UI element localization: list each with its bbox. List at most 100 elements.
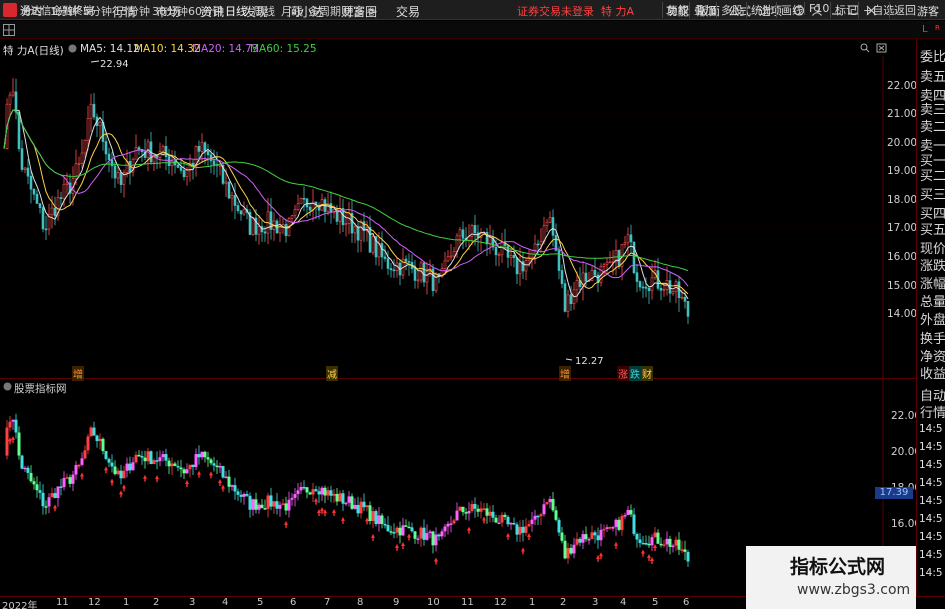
indicator-bar — [521, 519, 525, 542]
indicator-bar — [530, 512, 534, 532]
indicator-bar — [44, 500, 48, 515]
candle — [608, 251, 612, 264]
guest-button[interactable]: 游客 — [917, 3, 939, 19]
candle — [623, 236, 627, 249]
period-15min[interactable]: 15分钟 — [114, 3, 150, 19]
indicator-bar — [269, 487, 273, 511]
tick-time: 14:5 — [919, 495, 943, 507]
period-1min[interactable]: 1分钟 — [50, 3, 79, 19]
draw-button[interactable]: 画线 — [776, 2, 803, 18]
candle — [20, 140, 24, 172]
period-daily[interactable]: 日线 — [225, 3, 247, 19]
indicator-bar — [197, 445, 201, 465]
date-label: 4 — [222, 597, 229, 608]
candle — [641, 281, 645, 299]
overlay-button[interactable]: 叠加 — [689, 2, 716, 18]
event-tag[interactable]: 增 — [559, 366, 571, 381]
candle — [38, 203, 42, 214]
candle — [413, 260, 417, 289]
quote-row-label[interactable]: 行情 — [920, 402, 945, 421]
candle — [428, 259, 432, 277]
f10-button[interactable]: F10 — [804, 2, 829, 15]
event-tag[interactable]: 跌 — [629, 366, 641, 381]
quote-row-label: 卖二 — [920, 120, 945, 135]
settings-dot-icon[interactable] — [68, 44, 77, 53]
candle — [653, 260, 657, 281]
grid-icon[interactable] — [3, 24, 15, 36]
period-60min[interactable]: 60分钟 — [188, 3, 224, 19]
candle — [116, 166, 120, 184]
candle — [104, 131, 108, 162]
period-5min[interactable]: 5分钟 — [83, 3, 112, 19]
candle — [389, 262, 393, 278]
candle — [515, 257, 519, 284]
quote-row-label: 买三 — [920, 188, 945, 203]
multi-stock-button[interactable]: 多股 — [716, 2, 743, 18]
indicator-bar — [302, 480, 306, 491]
indicator-bar — [173, 461, 177, 467]
date-label: 8 — [357, 597, 364, 608]
candle — [44, 215, 48, 241]
price-axis-label: 18.00 — [887, 194, 918, 206]
date-label: 4 — [620, 597, 627, 608]
indicator-bar — [92, 421, 96, 436]
indicator-bar — [515, 521, 519, 542]
indicator-bar — [161, 450, 165, 462]
period-monthly[interactable]: 月线 — [281, 3, 303, 19]
indicator-bar — [536, 514, 540, 525]
event-tag[interactable]: 涨 — [617, 366, 629, 381]
event-tag[interactable]: 减 — [326, 366, 338, 381]
price-axis-label: 14.00 — [887, 308, 918, 320]
title-symbol: 特 力A — [601, 5, 635, 18]
indicator-bar — [263, 499, 267, 510]
menu-trade[interactable]: 交易 — [396, 3, 420, 20]
indicator-bar — [545, 501, 549, 505]
candle — [206, 144, 210, 167]
buy-arrow-icon — [395, 543, 399, 551]
quote-row-label: 买五 — [920, 223, 945, 238]
indicator-bar — [86, 433, 90, 455]
right-toggle-l[interactable]: L — [922, 24, 928, 35]
indicator-bar — [323, 485, 327, 504]
indicator-bar — [650, 534, 654, 552]
candle — [260, 219, 264, 242]
panel-close-icon[interactable] — [876, 43, 887, 53]
period-multi[interactable]: 多周期 — [308, 3, 341, 19]
event-tag[interactable]: 财 — [641, 366, 653, 381]
login-notice[interactable]: 证券交易未登录 特 力A — [517, 3, 634, 19]
zoom-icon[interactable] — [860, 43, 870, 53]
statistics-button[interactable]: 统计 — [746, 2, 773, 18]
indicator-bar — [599, 523, 603, 547]
indicator-bar — [632, 508, 636, 536]
indicator-bar — [242, 492, 246, 505]
indicator-bar — [281, 498, 285, 506]
right-toggle-r[interactable]: R — [935, 24, 940, 32]
period-intraday[interactable]: 分时 — [21, 3, 43, 19]
indicator-bar — [671, 543, 675, 553]
buy-arrow-icon — [122, 484, 127, 492]
mark-button[interactable]: 标记 — [830, 2, 857, 18]
indicator-bar — [680, 540, 684, 553]
event-tag[interactable]: 增 — [72, 366, 84, 381]
indicator-bar — [368, 501, 372, 525]
candle — [257, 214, 261, 245]
candle — [266, 198, 270, 245]
indicator-bar — [182, 467, 186, 480]
kline-chart[interactable] — [0, 56, 916, 378]
period-30min[interactable]: 30分钟 — [152, 3, 188, 19]
adjust-button[interactable]: 复权 — [662, 2, 689, 18]
tick-time: 14:5 — [919, 459, 943, 471]
candle — [134, 134, 138, 160]
indicator-bar — [506, 515, 510, 527]
indicator-bar — [65, 473, 69, 479]
indicator-bar — [5, 420, 9, 460]
indicator-bar — [593, 530, 597, 544]
buy-arrow-icon — [467, 526, 471, 534]
period-weekly[interactable]: 周线 — [253, 3, 275, 19]
indicator-bar — [14, 413, 18, 439]
candle — [323, 197, 327, 223]
indicator-bar — [557, 517, 561, 537]
period-more[interactable]: 更多 > — [343, 3, 378, 19]
back-button[interactable]: 返回 — [889, 2, 916, 18]
tick-time: 14:5 — [919, 549, 943, 561]
